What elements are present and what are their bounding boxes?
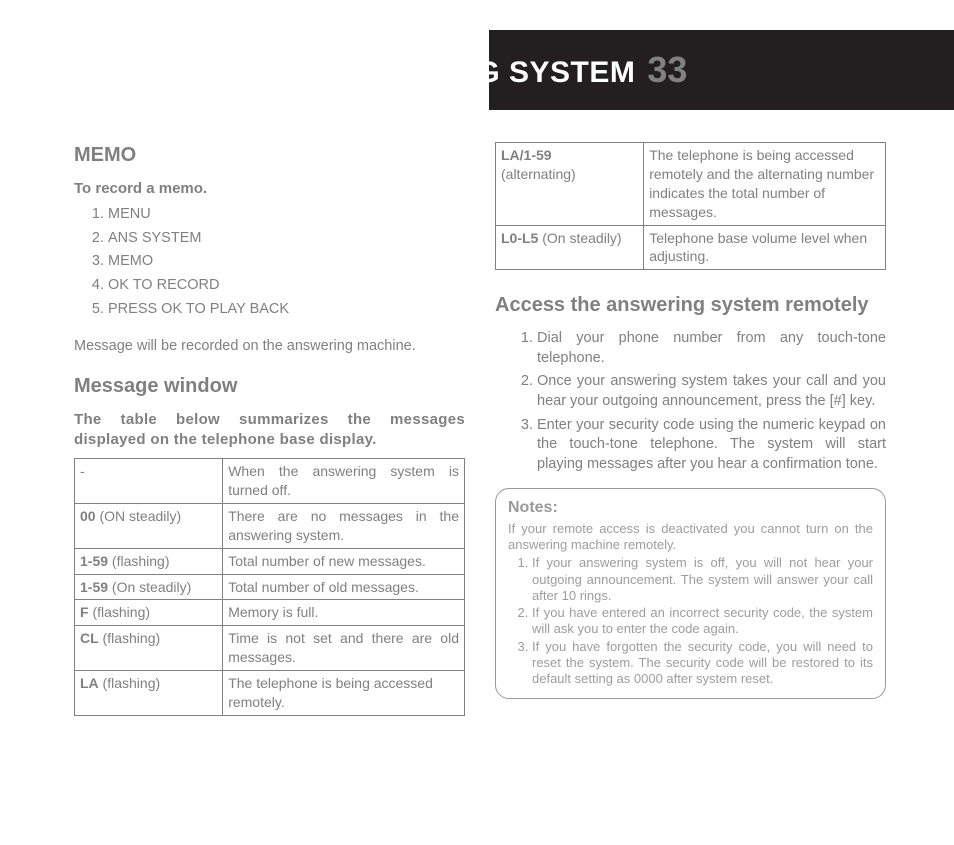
code-cell: CL <box>80 630 99 646</box>
memo-heading: MEMO <box>74 142 465 169</box>
code-cell: - <box>80 463 85 479</box>
notes-intro: If your remote access is deactivated you… <box>508 521 873 554</box>
msgwin-subhead: The table below summarizes the messages … <box>74 410 465 451</box>
desc-cell: Total number of old messages. <box>223 574 465 600</box>
left-column: MEMO To record a memo. MENU ANS SYSTEM M… <box>74 142 465 716</box>
table-row: 00 (ON steadily)There are no messages in… <box>75 503 465 548</box>
desc-cell: When the answering system is turned off. <box>223 459 465 504</box>
list-item: ANS SYSTEM <box>108 229 465 249</box>
access-heading: Access the answering system remotely <box>495 292 886 319</box>
list-item: If your answering system is off, you wil… <box>532 555 873 604</box>
list-item: PRESS OK TO PLAY BACK <box>108 300 465 320</box>
desc-cell: Memory is full. <box>223 600 465 626</box>
list-item: OK TO RECORD <box>108 276 465 296</box>
table-row: - When the answering system is turned off… <box>75 459 465 504</box>
notes-box: Notes: If your remote access is deactiva… <box>495 488 886 699</box>
desc-cell: Telephone base volume level when adjusti… <box>644 225 886 270</box>
msgwin-table-2: LA/1-59(alternating)The telephone is bei… <box>495 142 886 270</box>
list-item: Dial your phone number from any touch-to… <box>537 329 886 368</box>
list-item: MEMO <box>108 252 465 272</box>
list-item: If you have entered an incorrect securit… <box>532 605 873 638</box>
code-cell: LA/1-59 <box>501 147 552 163</box>
memo-note: Message will be recorded on the answerin… <box>74 337 465 357</box>
memo-subhead: To record a memo. <box>74 179 465 199</box>
msgwin-table: - When the answering system is turned off… <box>74 458 465 716</box>
msgwin-heading: Message window <box>74 373 465 400</box>
table-row: 1-59 (flashing)Total number of new messa… <box>75 548 465 574</box>
page-number: 33 <box>647 46 687 95</box>
desc-cell: Time is not set and there are old messag… <box>223 626 465 671</box>
table-row: F (flashing)Memory is full. <box>75 600 465 626</box>
memo-steps: MENU ANS SYSTEM MEMO OK TO RECORD PRESS … <box>74 205 465 319</box>
code-cell: 1-59 <box>80 579 108 595</box>
desc-cell: There are no messages in the answering s… <box>223 503 465 548</box>
section-title: ANSWERING SYSTEM <box>309 53 635 94</box>
desc-cell: The telephone is being accessed remotely… <box>223 671 465 716</box>
table-row: 1-59 (On steadily)Total number of old me… <box>75 574 465 600</box>
desc-cell: Total number of new messages. <box>223 548 465 574</box>
table-row: CL (flashing)Time is not set and there a… <box>75 626 465 671</box>
content-area: MEMO To record a memo. MENU ANS SYSTEM M… <box>0 110 954 716</box>
table-row: LA (flashing)The telephone is being acce… <box>75 671 465 716</box>
desc-cell: The telephone is being accessed remotely… <box>644 143 886 226</box>
access-steps: Dial your phone number from any touch-to… <box>495 329 886 474</box>
code-cell: 00 <box>80 508 96 524</box>
table-row: LA/1-59(alternating)The telephone is bei… <box>496 143 886 226</box>
list-item: MENU <box>108 205 465 225</box>
table-row: L0-L5 (On steadily)Telephone base volume… <box>496 225 886 270</box>
list-item: Enter your security code using the numer… <box>537 416 886 475</box>
code-cell: F <box>80 604 89 620</box>
code-cell: L0-L5 <box>501 230 538 246</box>
page-header: ANSWERING SYSTEM 33 <box>0 30 954 110</box>
code-cell: 1-59 <box>80 553 108 569</box>
notes-title: Notes: <box>508 497 873 519</box>
list-item: If you have forgotten the security code,… <box>532 639 873 688</box>
list-item: Once your answering system takes your ca… <box>537 372 886 411</box>
code-cell: LA <box>80 675 99 691</box>
right-column: LA/1-59(alternating)The telephone is bei… <box>495 142 886 716</box>
notes-list: If your answering system is off, you wil… <box>508 555 873 687</box>
